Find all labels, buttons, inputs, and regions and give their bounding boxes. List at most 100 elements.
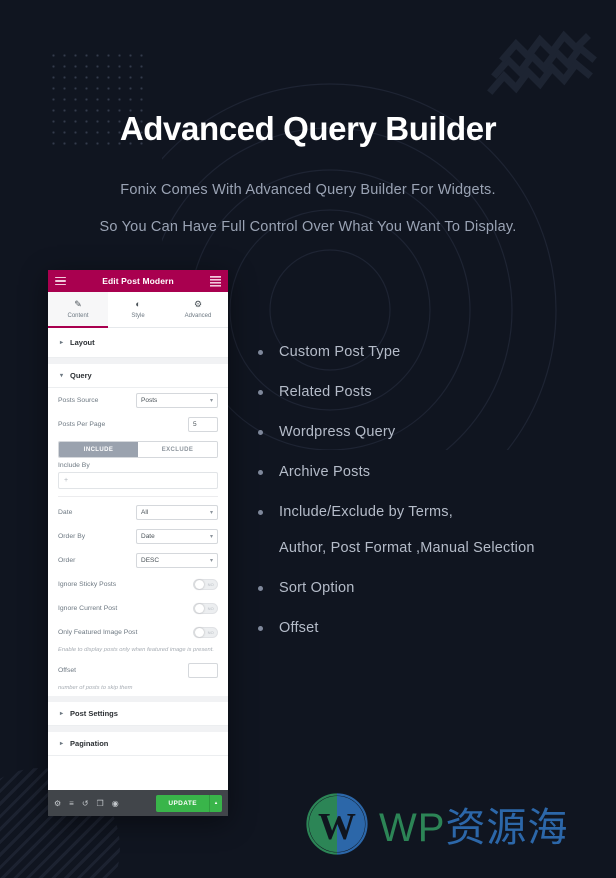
section-query-label: Query bbox=[70, 371, 92, 380]
order-select[interactable]: DESC ▾ bbox=[136, 552, 218, 568]
switch-state-label: NO bbox=[207, 629, 214, 635]
feature-label-line-1: Include/Exclude by Terms, bbox=[279, 504, 453, 520]
tab-content[interactable]: ✎ Content bbox=[48, 292, 108, 328]
ignore-current-post-switch[interactable]: NO bbox=[193, 602, 218, 614]
exclude-segment[interactable]: EXCLUDE bbox=[138, 442, 217, 457]
order-by-select[interactable]: Date ▾ bbox=[136, 528, 218, 544]
chevron-right-icon: ▸ bbox=[60, 340, 64, 346]
list-item: Include/Exclude by Terms, Author, Post F… bbox=[258, 501, 608, 560]
feature-label-line-2: Author, Post Format ,Manual Selection bbox=[279, 540, 535, 556]
order-label: Order bbox=[58, 556, 76, 564]
feature-label: Archive Posts bbox=[279, 464, 371, 480]
query-controls: Posts Source Posts ▾ Posts Per Page 5 IN… bbox=[48, 388, 228, 692]
switch-knob bbox=[195, 603, 204, 613]
chevron-right-icon: ▸ bbox=[60, 711, 64, 717]
update-button[interactable]: UPDATE bbox=[156, 794, 209, 812]
posts-source-label: Posts Source bbox=[58, 396, 99, 404]
tab-style-label: Style bbox=[131, 313, 145, 319]
contrast-icon: ◐ bbox=[135, 299, 141, 309]
switch-knob bbox=[195, 627, 204, 637]
watermark-cn-label: 资源海 bbox=[445, 806, 569, 850]
section-layout[interactable]: ▸ Layout bbox=[48, 328, 228, 358]
list-item: Related Posts bbox=[258, 381, 608, 404]
responsive-icon[interactable]: ❐ bbox=[97, 799, 104, 808]
watermark-text: WP 资源海 bbox=[379, 795, 568, 853]
feature-label: Custom Post Type bbox=[279, 344, 401, 360]
pencil-icon: ✎ bbox=[74, 299, 82, 309]
section-post-settings[interactable]: ▸ Post Settings bbox=[48, 696, 228, 726]
navigator-icon[interactable]: ≡ bbox=[69, 799, 74, 808]
list-item: Custom Post Type bbox=[258, 341, 608, 364]
posts-per-page-label: Posts Per Page bbox=[58, 420, 106, 428]
order-by-row: Order By Date ▾ bbox=[58, 524, 218, 548]
include-by-input[interactable]: + bbox=[58, 472, 218, 489]
section-layout-label: Layout bbox=[70, 338, 95, 347]
hamburger-icon[interactable] bbox=[55, 276, 66, 286]
panel-tabs: ✎ Content ◐ Style ⚙ Advanced bbox=[48, 292, 228, 328]
list-item: Archive Posts bbox=[258, 461, 608, 484]
section-pagination[interactable]: ▸ Pagination bbox=[48, 726, 228, 756]
posts-source-value: Posts bbox=[141, 396, 158, 404]
preview-icon[interactable]: ◉ bbox=[112, 799, 119, 808]
page-title: Advanced Query Builder bbox=[119, 110, 497, 147]
elementor-panel: Edit Post Modern ✎ Content ◐ Style ⚙ Adv… bbox=[48, 270, 228, 816]
posts-source-select[interactable]: Posts ▾ bbox=[136, 392, 218, 408]
include-segment[interactable]: INCLUDE bbox=[59, 442, 138, 457]
only-featured-image-post-label: Only Featured Image Post bbox=[58, 628, 138, 636]
section-post-settings-label: Post Settings bbox=[70, 709, 118, 718]
update-button-group: UPDATE ▴ bbox=[156, 794, 222, 812]
bullet-icon bbox=[258, 626, 263, 631]
bullet-icon bbox=[258, 430, 263, 435]
feature-label: Include/Exclude by Terms, Author, Post F… bbox=[279, 501, 535, 560]
watermark: W WP 资源海 bbox=[305, 792, 568, 856]
list-item: Offset bbox=[258, 617, 608, 640]
offset-label: Offset bbox=[58, 666, 77, 674]
tab-style[interactable]: ◐ Style bbox=[108, 292, 168, 327]
history-icon[interactable]: ↺ bbox=[82, 799, 89, 808]
ignore-current-post-row: Ignore Current Post NO bbox=[58, 596, 218, 620]
only-featured-image-post-switch[interactable]: NO bbox=[193, 626, 218, 638]
date-value: All bbox=[141, 508, 149, 516]
ignore-sticky-posts-label: Ignore Sticky Posts bbox=[58, 580, 117, 588]
settings-icon[interactable]: ⚙ bbox=[54, 799, 61, 808]
chevron-down-icon: ▾ bbox=[209, 533, 213, 540]
switch-knob bbox=[195, 579, 204, 589]
ignore-sticky-posts-row: Ignore Sticky Posts NO bbox=[58, 572, 218, 596]
gear-icon: ⚙ bbox=[193, 299, 203, 309]
tab-content-label: Content bbox=[67, 313, 89, 319]
offset-hint: number of posts to skip them bbox=[58, 685, 133, 691]
svg-text:W: W bbox=[318, 806, 356, 848]
bullet-icon bbox=[258, 510, 263, 515]
section-query[interactable]: ▾ Query bbox=[48, 358, 228, 388]
ignore-sticky-posts-switch[interactable]: NO bbox=[193, 578, 218, 590]
list-item: Sort Option bbox=[258, 577, 608, 600]
switch-state-label: NO bbox=[207, 605, 214, 611]
hero-section: Advanced Query Builder Fonix Comes With … bbox=[0, 0, 616, 235]
bullet-icon bbox=[258, 350, 263, 355]
feature-label: Wordpress Query bbox=[279, 424, 396, 440]
hero-subtitle-line-1: Fonix Comes With Advanced Query Builder … bbox=[120, 182, 496, 198]
panel-header: Edit Post Modern bbox=[48, 270, 228, 292]
offset-input[interactable] bbox=[188, 662, 218, 678]
page-root: Advanced Query Builder Fonix Comes With … bbox=[0, 0, 616, 878]
posts-per-page-input[interactable]: 5 bbox=[188, 416, 218, 432]
feature-label: Related Posts bbox=[279, 384, 372, 400]
grid-icon[interactable] bbox=[210, 275, 221, 287]
order-row: Order DESC ▾ bbox=[58, 548, 218, 572]
chevron-down-icon: ▾ bbox=[209, 509, 213, 516]
include-exclude-toggle: INCLUDE EXCLUDE bbox=[58, 441, 218, 458]
ignore-current-post-label: Ignore Current Post bbox=[58, 604, 118, 612]
tab-advanced[interactable]: ⚙ Advanced bbox=[168, 292, 228, 327]
panel-title: Edit Post Modern bbox=[102, 276, 174, 286]
bullet-icon bbox=[258, 470, 263, 475]
bullet-icon bbox=[258, 586, 263, 591]
order-by-value: Date bbox=[141, 532, 155, 540]
date-select[interactable]: All ▾ bbox=[136, 504, 218, 520]
divider bbox=[58, 496, 218, 497]
panel-footer: ⚙ ≡ ↺ ❐ ◉ UPDATE ▴ bbox=[48, 790, 228, 816]
order-value: DESC bbox=[141, 556, 160, 564]
feature-list: Custom Post Type Related Posts Wordpress… bbox=[258, 341, 608, 657]
chevron-down-icon: ▾ bbox=[60, 373, 64, 379]
feature-label: Sort Option bbox=[279, 580, 355, 596]
update-options-caret-icon[interactable]: ▴ bbox=[209, 794, 222, 812]
